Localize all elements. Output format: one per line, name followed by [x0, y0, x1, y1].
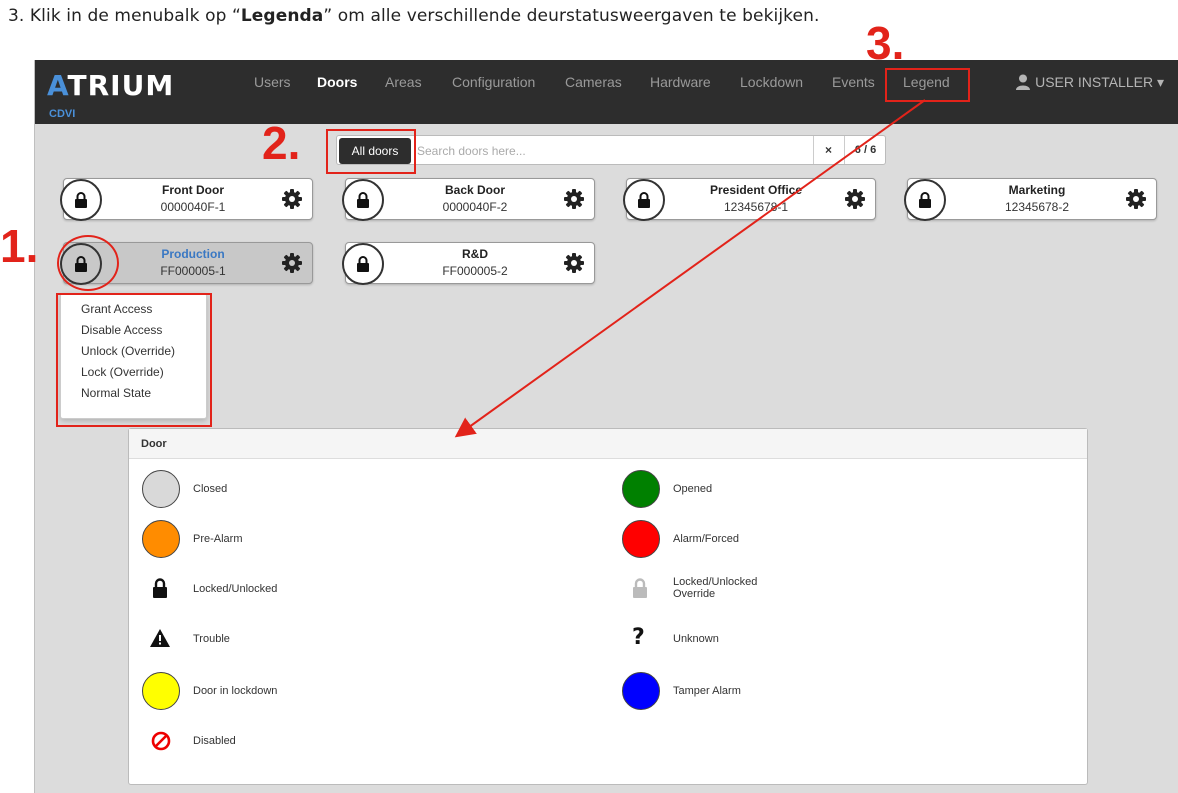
legend-label-line1: Locked/Unlocked [673, 576, 758, 588]
annotation-number-2: 2. [262, 117, 301, 169]
warning-icon [150, 629, 170, 647]
door-card[interactable]: R&D FF000005-2 [342, 242, 595, 285]
annotation-number-1: 1. [0, 220, 39, 272]
legend-label: Alarm/Forced [673, 533, 740, 545]
legend-label: Disabled [193, 735, 236, 747]
door-lock-button[interactable] [342, 179, 384, 221]
instruction-prefix: 3. Klik in de menubalk op “ [8, 6, 241, 26]
lock-override-icon [633, 578, 647, 598]
disabled-icon [151, 731, 171, 751]
nav-users[interactable]: Users [254, 74, 291, 90]
door-count: 6 / 6 [844, 136, 886, 164]
annotation-number-3: 3. [866, 17, 905, 69]
legend-panel: Door Closed Opened Pre-Alarm Alarm/Force… [128, 428, 1088, 785]
door-card[interactable]: President Office 12345678-1 [623, 178, 876, 221]
door-id: 12345678-1 [723, 200, 789, 214]
gear-icon[interactable] [564, 189, 584, 209]
legend-header: Door [129, 429, 1087, 459]
instruction-bold: Legenda [240, 6, 324, 26]
legend-label: Pre-Alarm [193, 533, 243, 545]
door-lock-button[interactable] [904, 179, 946, 221]
status-circle-icon [142, 470, 180, 508]
annotation-box-menu [56, 293, 212, 427]
door-id: 0000040F-1 [160, 200, 226, 214]
annotation-circle-lock [57, 235, 119, 291]
legend-label: Door in lockdown [193, 685, 278, 697]
door-card[interactable]: Front Door 0000040F-1 [60, 178, 313, 221]
nav-cameras[interactable]: Cameras [565, 74, 622, 90]
legend-label: Tamper Alarm [673, 685, 741, 697]
door-name: President Office [709, 183, 803, 197]
user-icon [1016, 74, 1031, 90]
door-card[interactable]: Back Door 0000040F-2 [342, 178, 595, 221]
door-search-bar: All doors × 6 / 6 [336, 135, 886, 165]
door-id: 12345678-2 [1004, 200, 1070, 214]
door-lock-button[interactable] [623, 179, 665, 221]
instruction-text: 3. Klik in de menubalk op “Legenda” om a… [8, 6, 819, 26]
door-id: FF000005-2 [442, 264, 508, 278]
status-circle-icon [622, 672, 660, 710]
gear-icon[interactable] [282, 253, 302, 273]
clear-search-button[interactable]: × [813, 136, 843, 164]
gear-icon[interactable] [845, 189, 865, 209]
nav-lockdown[interactable]: Lockdown [740, 74, 803, 90]
user-menu[interactable]: USER INSTALLER ▾ [1015, 74, 1164, 91]
logo: ATRIUM [47, 69, 175, 102]
door-name: Production [161, 247, 225, 261]
lock-icon [153, 578, 167, 598]
legend-label: Unknown [673, 633, 719, 645]
annotation-box-all-doors [326, 129, 416, 174]
legend-label-line2: Override [673, 588, 716, 600]
instruction-suffix: ” om alle verschillende deurstatusweerga… [323, 6, 820, 26]
door-name: R&D [462, 247, 488, 261]
door-card[interactable]: Marketing 12345678-2 [904, 178, 1157, 221]
legend-label: Closed [193, 483, 228, 495]
legend-label: Trouble [193, 633, 230, 645]
lock-icon [638, 192, 650, 208]
nav-events[interactable]: Events [832, 74, 875, 90]
door-id: FF000005-1 [160, 264, 226, 278]
door-lock-button[interactable] [342, 243, 384, 285]
nav-areas[interactable]: Areas [385, 74, 422, 90]
gear-icon[interactable] [1126, 189, 1146, 209]
status-circle-icon [622, 520, 660, 558]
status-circle-icon [622, 470, 660, 508]
annotation-box-legend [885, 68, 970, 102]
status-circle-icon [142, 672, 180, 710]
navbar: ATRIUM CDVI Users Doors Areas Configurat… [35, 60, 1178, 124]
door-lock-button[interactable] [60, 179, 102, 221]
door-name: Front Door [162, 183, 224, 197]
lock-icon [75, 192, 87, 208]
user-menu-label: USER INSTALLER ▾ [1035, 74, 1164, 90]
legend-label: Opened [673, 483, 713, 495]
status-circle-icon [142, 520, 180, 558]
door-id: 0000040F-2 [442, 200, 508, 214]
gear-icon[interactable] [564, 253, 584, 273]
brand-subtitle: CDVI [49, 108, 76, 120]
lock-icon [919, 192, 931, 208]
legend-label: Locked/Unlocked [193, 583, 278, 595]
search-input[interactable] [417, 139, 797, 163]
legend-label: Locked/Unlocked Override [673, 576, 757, 600]
door-name: Back Door [444, 183, 506, 197]
nav-configuration[interactable]: Configuration [452, 74, 535, 90]
lock-icon [357, 256, 369, 272]
nav-doors[interactable]: Doors [317, 74, 357, 90]
gear-icon[interactable] [282, 189, 302, 209]
question-icon: ? [632, 625, 645, 650]
lock-icon [357, 192, 369, 208]
door-name: Marketing [1008, 183, 1066, 197]
nav-hardware[interactable]: Hardware [650, 74, 711, 90]
